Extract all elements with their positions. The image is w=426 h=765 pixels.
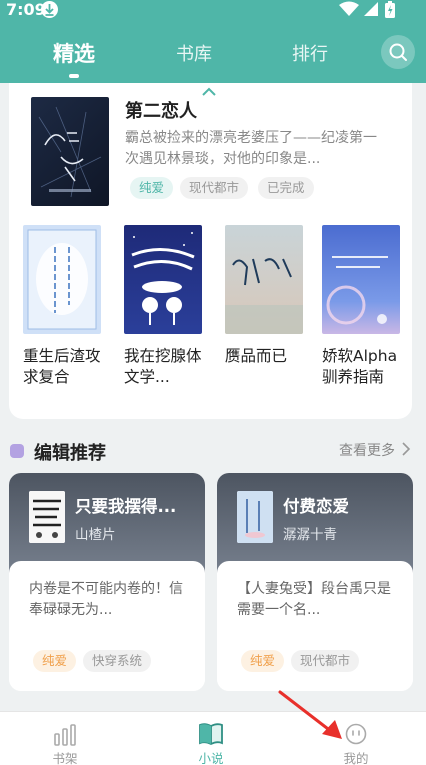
tab-featured[interactable]: 精选 (53, 38, 95, 68)
nav-label: 书架 (52, 751, 78, 765)
editor-book-title: 只要我摆得... (75, 497, 177, 516)
editor-card-body: 【人妻兔受】段台禹只是需要一个名... 纯爱 现代都市 (217, 561, 413, 691)
tab-ranking[interactable]: 排行 (292, 40, 328, 66)
tag-category: 现代都市 (291, 650, 360, 672)
nav-bookshelf[interactable]: 书架 (25, 712, 105, 765)
search-icon (389, 43, 407, 61)
nav-label: 小说 (198, 751, 224, 765)
chevron-right-icon[interactable] (401, 441, 411, 457)
top-header: 7:09 精选 书库 排行 (0, 0, 426, 83)
nav-label: 我的 (343, 751, 369, 765)
editor-book-title: 付费恋爱 (283, 497, 349, 516)
wifi-icon (339, 1, 359, 16)
book-open-icon (199, 723, 223, 746)
featured-book-description: 霸总被捡来的漂亮老婆压了——纪凌第一次遇见林景琰，对他的印象是... (125, 130, 377, 167)
book-item[interactable]: 重生后渣攻求复合 (23, 225, 103, 388)
battery-charging-icon (385, 1, 395, 18)
tag-genre: 纯爱 (33, 650, 77, 672)
featured-card: 第二恋人 霸总被捡来的漂亮老婆压了——纪凌第一次遇见林景琰，对他的印象是... … (9, 83, 412, 419)
editor-card-body: 内卷是不可能内卷的！信奉碌碌无为... 纯爱 快穿系统 (9, 561, 205, 691)
annotation-arrow-icon (278, 690, 342, 739)
book-item[interactable]: 娇软Alpha驯养指南 (322, 225, 402, 388)
book-title: 我在挖腺体文学... (124, 347, 202, 386)
profile-icon (345, 723, 367, 745)
book-title: 娇软Alpha驯养指南 (322, 347, 398, 386)
nav-novels[interactable]: 小说 (171, 712, 251, 765)
editor-book-cover (29, 491, 65, 543)
chevron-up-icon[interactable] (202, 87, 216, 96)
editor-book-author: 山楂片 (75, 527, 116, 543)
book-title: 重生后渣攻求复合 (23, 347, 101, 386)
book-cover (124, 225, 202, 334)
status-time: 7:09 (6, 0, 46, 19)
editor-book-description: 内卷是不可能内卷的！信奉碌碌无为... (29, 581, 183, 618)
editor-book-author: 潺潺十青 (283, 527, 337, 543)
signal-icon (364, 2, 378, 16)
tag-category: 快穿系统 (83, 650, 152, 672)
editor-book-description: 【人妻兔受】段台禹只是需要一个名... (237, 581, 391, 618)
bookshelf-icon (54, 724, 76, 746)
editor-book-card[interactable]: 付费恋爱 潺潺十青 【人妻兔受】段台禹只是需要一个名... 纯爱 现代都市 (217, 473, 413, 691)
book-cover (225, 225, 303, 334)
section-title: 编辑推荐 (34, 443, 106, 464)
editor-book-cover (237, 491, 273, 543)
featured-book-cover[interactable] (31, 97, 109, 206)
tag-category: 现代都市 (180, 177, 249, 199)
book-item[interactable]: 我在挖腺体文学... (124, 225, 204, 388)
book-cover (23, 225, 101, 334)
tag-genre: 纯爱 (130, 177, 174, 199)
tab-library[interactable]: 书库 (176, 40, 212, 66)
bottom-nav: 书架 小说 我的 (0, 711, 426, 765)
book-item[interactable]: 赝品而已 (225, 225, 305, 367)
medal-icon (10, 444, 24, 458)
search-button[interactable] (381, 35, 415, 69)
tag-genre: 纯爱 (241, 650, 285, 672)
see-more-link[interactable]: 查看更多 (339, 440, 395, 460)
featured-book-title[interactable]: 第二恋人 (125, 97, 197, 123)
tag-status: 已完成 (258, 177, 314, 199)
editor-book-card[interactable]: 只要我摆得... 山楂片 内卷是不可能内卷的！信奉碌碌无为... 纯爱 快穿系统 (9, 473, 205, 691)
tab-indicator (69, 74, 79, 78)
book-cover (322, 225, 400, 334)
status-bar: 7:09 (0, 0, 426, 22)
book-title: 赝品而已 (225, 347, 288, 365)
download-icon (41, 1, 58, 18)
